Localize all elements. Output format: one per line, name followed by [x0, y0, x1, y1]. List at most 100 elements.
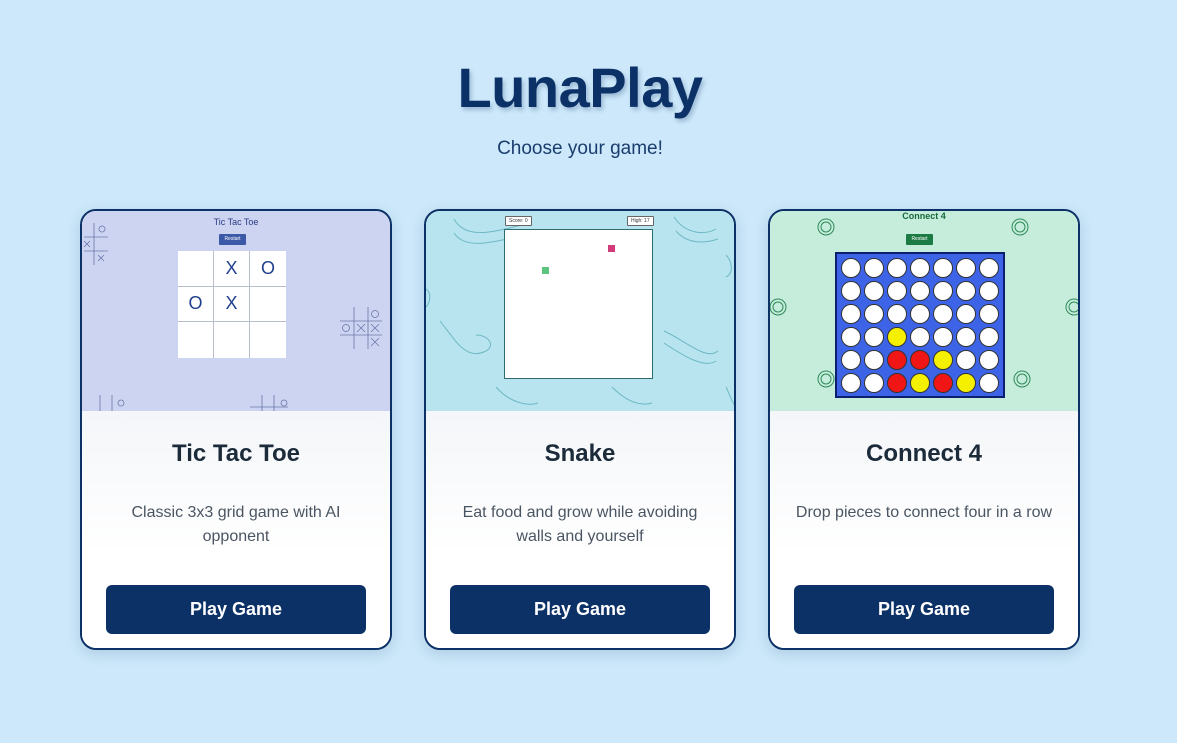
empty-slot — [840, 372, 861, 393]
board-slot — [839, 302, 862, 325]
yellow-disc — [909, 372, 930, 393]
board-slot — [908, 256, 931, 279]
board-slot — [839, 325, 862, 348]
play-snake-button[interactable]: Play Game — [450, 585, 710, 634]
preview-reset-button: Restart — [219, 234, 246, 245]
empty-slot — [979, 280, 1000, 301]
card-body: Tic Tac Toe Classic 3x3 grid game with A… — [82, 411, 390, 648]
game-card-tic-tac-toe[interactable]: Tic Tac Toe Restart X O O X Tic Tac Toe … — [80, 209, 392, 650]
preview-reset-button: Restart — [906, 234, 933, 245]
board-slot — [978, 279, 1001, 302]
empty-slot — [979, 326, 1000, 347]
red-disc — [886, 372, 907, 393]
empty-slot — [909, 257, 930, 278]
board-slot — [885, 279, 908, 302]
page-header: LunaPlay Choose your game! — [0, 56, 1160, 160]
card-description: Eat food and grow while avoiding walls a… — [462, 504, 698, 545]
tic-tac-toe-preview: Tic Tac Toe Restart X O O X — [82, 211, 390, 411]
red-disc — [886, 349, 907, 370]
board-slot — [885, 348, 908, 371]
game-card-connect-4[interactable]: Connect 4 Restart Connect 4 Drop pieces … — [768, 209, 1080, 650]
board-slot — [862, 302, 885, 325]
snake-high-score: High: 17 — [627, 216, 654, 226]
board-cell — [178, 251, 214, 287]
empty-slot — [956, 257, 977, 278]
empty-slot — [886, 303, 907, 324]
tic-tac-toe-doodle-icon — [83, 223, 108, 265]
empty-slot — [863, 349, 884, 370]
board-slot — [862, 256, 885, 279]
board-slot — [862, 371, 885, 394]
connect-4-board — [835, 252, 1005, 398]
empty-slot — [909, 280, 930, 301]
board-slot — [955, 325, 978, 348]
board-slot — [839, 256, 862, 279]
card-title: Connect 4 — [865, 440, 982, 467]
board-slot — [932, 256, 955, 279]
tic-tac-toe-doodle-icon — [99, 395, 125, 411]
board-slot — [839, 348, 862, 371]
board-slot — [955, 348, 978, 371]
empty-slot — [863, 280, 884, 301]
board-slot — [978, 348, 1001, 371]
snake-preview: Score: 0 High: 17 — [426, 211, 734, 411]
empty-slot — [956, 280, 977, 301]
preview-title: Connect 4 — [902, 211, 946, 221]
board-cell — [178, 322, 214, 358]
board-cell: O — [250, 251, 286, 287]
connect-4-preview: Connect 4 Restart — [770, 211, 1078, 411]
card-body: Connect 4 Drop pieces to connect four in… — [770, 411, 1078, 648]
tagline: Choose your game! — [497, 138, 663, 159]
empty-slot — [886, 280, 907, 301]
board-slot — [862, 325, 885, 348]
card-title: Snake — [544, 440, 616, 467]
snake-body — [542, 267, 549, 274]
board-cell — [214, 322, 250, 358]
game-cards: Tic Tac Toe Restart X O O X Tic Tac Toe … — [80, 209, 1080, 650]
board-slot — [885, 325, 908, 348]
board-slot — [955, 279, 978, 302]
play-connect-4-button[interactable]: Play Game — [794, 585, 1054, 634]
board-slot — [978, 256, 1001, 279]
play-tic-tac-toe-button[interactable]: Play Game — [106, 585, 366, 634]
empty-slot — [886, 257, 907, 278]
board-slot — [932, 302, 955, 325]
empty-slot — [956, 326, 977, 347]
site-title: LunaPlay — [457, 56, 703, 119]
snake-score: Score: 0 — [505, 216, 532, 226]
empty-slot — [933, 303, 954, 324]
board-slot — [908, 325, 931, 348]
board-slot — [908, 302, 931, 325]
empty-slot — [840, 349, 861, 370]
board-slot — [932, 279, 955, 302]
board-slot — [978, 371, 1001, 394]
empty-slot — [909, 303, 930, 324]
red-disc — [933, 372, 954, 393]
board-slot — [978, 325, 1001, 348]
board-slot — [908, 348, 931, 371]
empty-slot — [933, 257, 954, 278]
board-slot — [862, 279, 885, 302]
card-title: Tic Tac Toe — [171, 440, 301, 467]
empty-slot — [863, 257, 884, 278]
tic-tac-toe-doodle-icon — [340, 307, 382, 349]
empty-slot — [840, 280, 861, 301]
board-slot — [955, 371, 978, 394]
board-cell: X — [214, 251, 250, 287]
empty-slot — [863, 303, 884, 324]
game-card-snake[interactable]: Score: 0 High: 17 Snake Eat food and gro… — [424, 209, 736, 650]
red-disc — [909, 349, 930, 370]
empty-slot — [840, 303, 861, 324]
board-cell: O — [178, 286, 214, 323]
board-slot — [839, 279, 862, 302]
tic-tac-toe-doodle-icon — [250, 395, 288, 411]
empty-slot — [956, 303, 977, 324]
empty-slot — [909, 326, 930, 347]
empty-slot — [933, 280, 954, 301]
board-slot — [908, 371, 931, 394]
board-slot — [885, 256, 908, 279]
board-slot — [908, 279, 931, 302]
empty-slot — [979, 372, 1000, 393]
board-slot — [885, 302, 908, 325]
empty-slot — [956, 349, 977, 370]
